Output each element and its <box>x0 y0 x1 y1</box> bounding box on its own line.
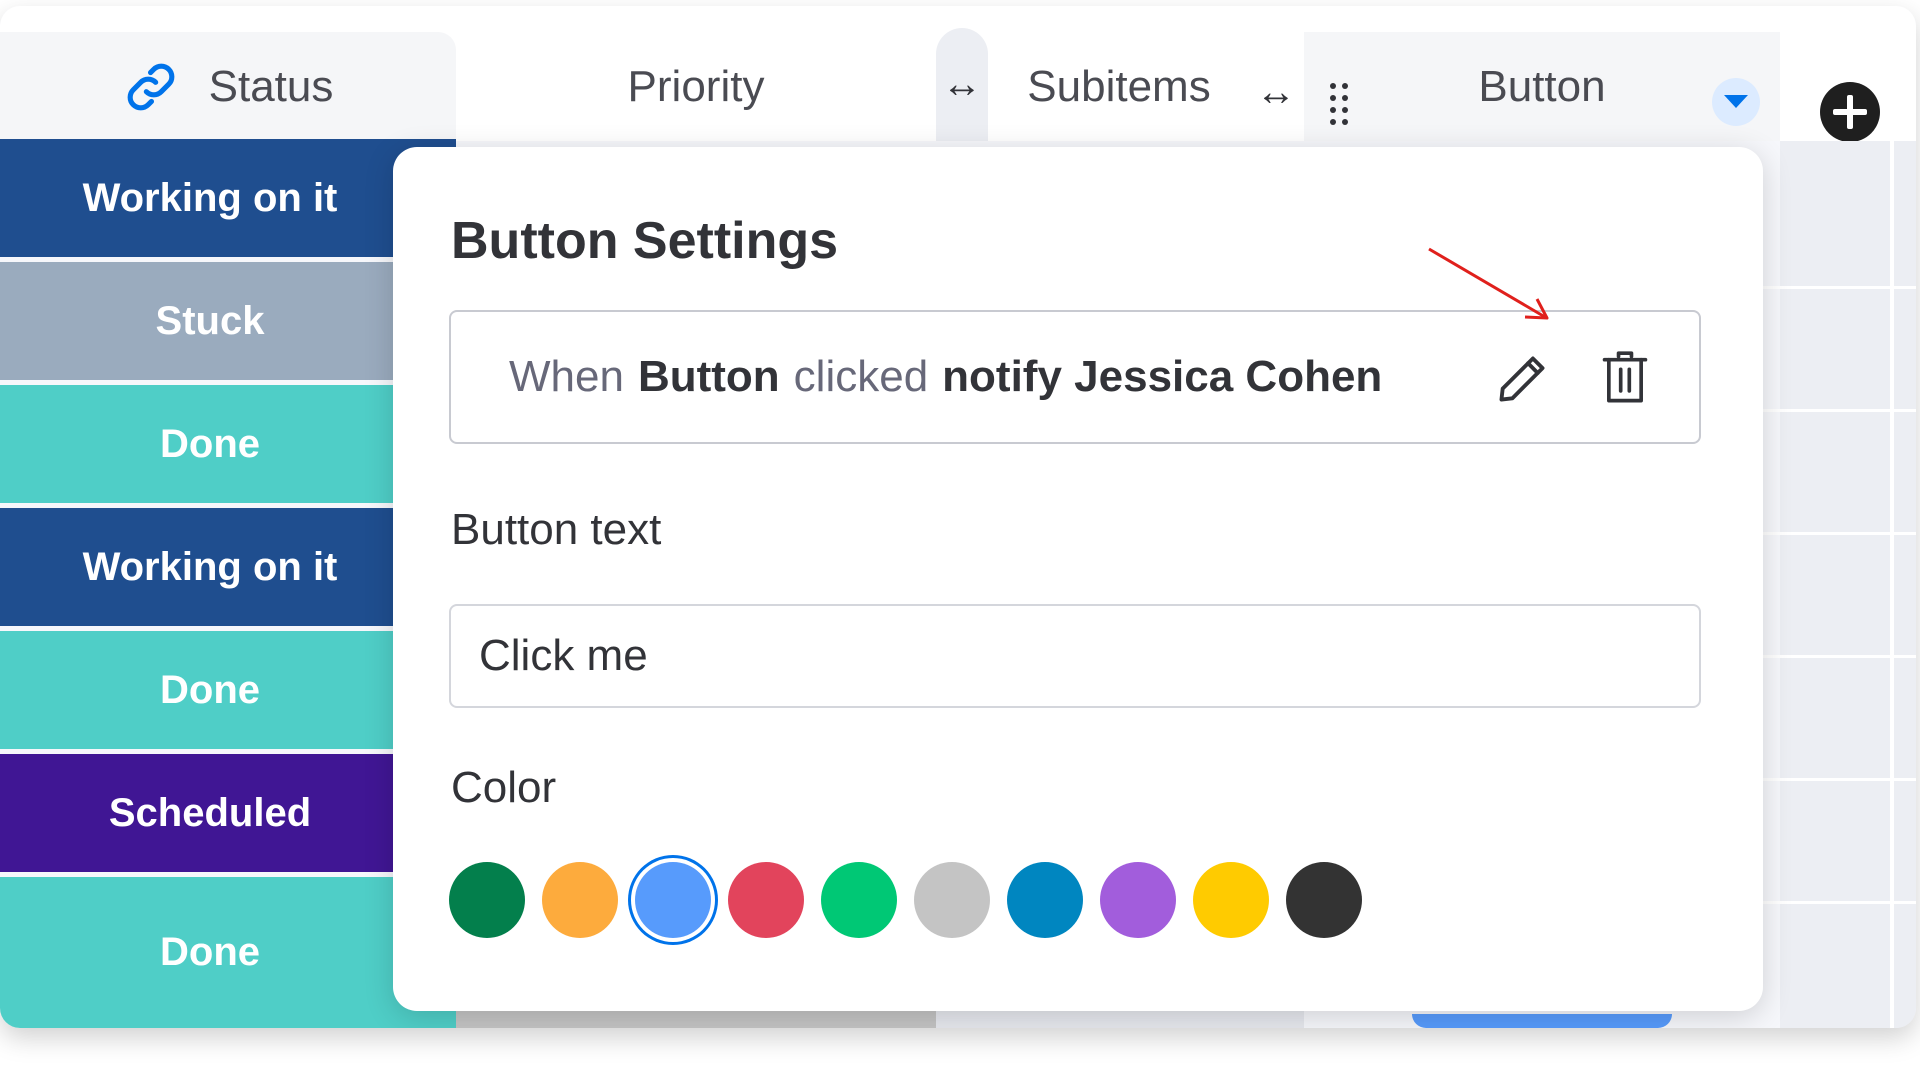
pencil-icon[interactable] <box>1493 350 1551 408</box>
board: Status Priority ↔ Subitems ↔ Button Work… <box>0 6 1916 1028</box>
resize-arrows-icon: ↔ <box>1256 69 1296 114</box>
color-swatch-black[interactable] <box>1286 862 1362 938</box>
column-resize-handle-subitems[interactable]: ↔ <box>1250 69 1302 114</box>
color-swatch-blue-dark[interactable] <box>1007 862 1083 938</box>
rule-trigger: Button <box>637 352 780 401</box>
automation-rule[interactable]: When Button clicked notify Jessica Cohen <box>449 310 1701 444</box>
color-swatch-green[interactable] <box>821 862 897 938</box>
color-swatch-grey[interactable] <box>914 862 990 938</box>
column-header-button[interactable]: Button <box>1304 32 1780 141</box>
column-header-button-label: Button <box>1478 61 1606 111</box>
color-label: Color <box>451 763 557 812</box>
status-cell[interactable]: Done <box>0 631 456 749</box>
column-header-status-label: Status <box>208 61 334 111</box>
status-cell[interactable]: Done <box>0 385 456 503</box>
color-swatch-yellow[interactable] <box>1193 862 1269 938</box>
status-cell[interactable]: Stuck <box>0 262 456 380</box>
board-header: Status Priority ↔ Subitems ↔ Button <box>0 6 1916 144</box>
status-cell[interactable]: Scheduled <box>0 754 456 872</box>
resize-arrows-icon: ↔ <box>942 62 982 106</box>
status-cell[interactable]: Working on it <box>0 508 456 626</box>
red-arrow <box>1428 247 1549 320</box>
rule-clicked: clicked <box>793 352 929 401</box>
column-header-status[interactable]: Status <box>0 32 456 141</box>
button-settings-panel: Button Settings When Button clicked notify … <box>393 147 1763 1011</box>
color-swatch-purple[interactable] <box>1100 862 1176 938</box>
column-menu-button[interactable] <box>1712 78 1760 126</box>
column-header-priority[interactable]: Priority <box>456 32 936 141</box>
color-swatch-green-dark[interactable] <box>449 862 525 938</box>
rule-action: notify Jessica Cohen <box>942 352 1383 401</box>
drag-handle-icon[interactable] <box>1326 80 1352 132</box>
rule-when: When <box>509 352 624 401</box>
button-cell[interactable] <box>1412 1014 1672 1028</box>
button-text-input[interactable] <box>449 604 1701 708</box>
rule-text: When Button clicked notify Jessica Cohen <box>509 352 1382 402</box>
color-swatch-blue[interactable] <box>635 862 711 938</box>
status-cell[interactable]: Working on it <box>0 139 456 257</box>
column-header-priority-label: Priority <box>627 61 765 111</box>
column-resize-handle[interactable]: ↔ <box>936 28 988 141</box>
column-header-subitems-label: Subitems <box>1027 61 1211 111</box>
color-swatch-red[interactable] <box>728 862 804 938</box>
grid-cell <box>1780 141 1916 1028</box>
status-cell[interactable]: Done <box>0 877 456 1028</box>
column-divider <box>1890 141 1894 1028</box>
button-text-label: Button text <box>451 505 662 554</box>
trash-icon[interactable] <box>1599 350 1651 406</box>
color-swatch-orange[interactable] <box>542 862 618 938</box>
add-column-button[interactable] <box>1818 80 1882 144</box>
column-header-subitems[interactable]: Subitems <box>988 32 1250 141</box>
panel-title: Button Settings <box>451 212 839 270</box>
chevron-down-icon <box>1724 95 1748 108</box>
link-icon <box>127 63 174 110</box>
